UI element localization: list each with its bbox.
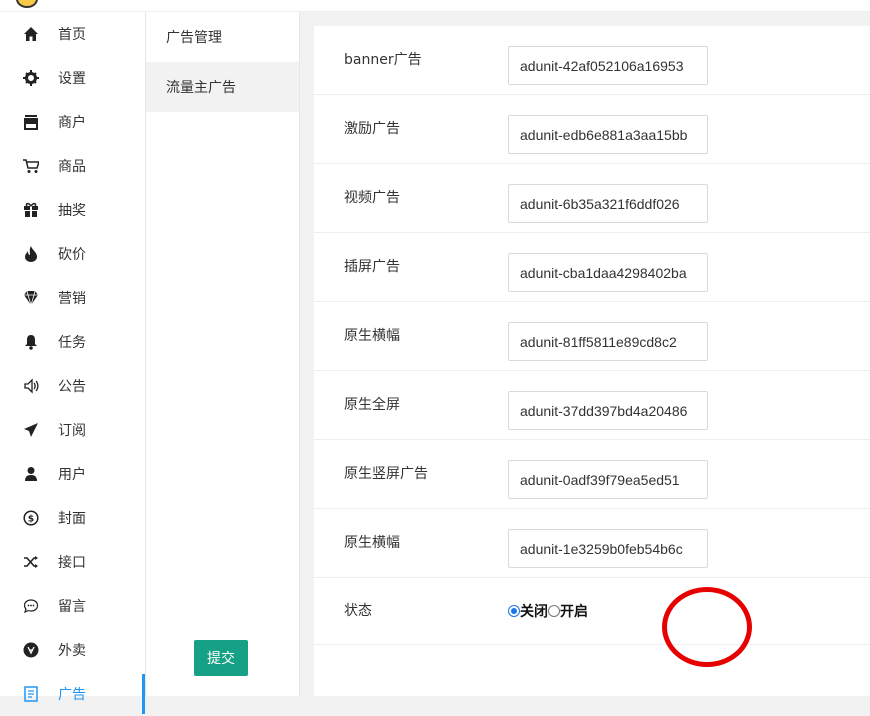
sidebar-item-covers[interactable]: $ 封面 xyxy=(0,496,145,540)
subnav-item-ad-management[interactable]: 广告管理 xyxy=(146,12,299,62)
red-circle-annotation xyxy=(662,587,752,667)
field-label: 原生横幅 xyxy=(344,535,400,551)
status-on-radio[interactable] xyxy=(548,605,560,617)
banner-ad-unit-input[interactable] xyxy=(508,46,708,85)
form-row: banner广告 xyxy=(314,26,870,95)
sidebar-item-label: 商品 xyxy=(58,159,86,175)
status-row: 状态 关闭 开启 xyxy=(314,578,870,667)
sidebar-item-takeout[interactable]: 外卖 xyxy=(0,628,145,672)
sidebar-item-label: 砍价 xyxy=(58,247,86,263)
paper-plane-icon xyxy=(22,421,40,439)
interstitial-ad-unit-input[interactable] xyxy=(508,253,708,292)
sidebar-item-label: 封面 xyxy=(58,511,86,527)
sidebar-item-label: 任务 xyxy=(58,335,86,351)
sidebar-item-messages[interactable]: 留言 xyxy=(0,584,145,628)
sidebar: 首页 设置 商户 商品 抽奖 砍价 营销 任务 公告 订阅 用户 $ 封面 接口… xyxy=(0,12,146,714)
sidebar-item-label: 营销 xyxy=(58,291,86,307)
status-radio-group: 关闭 开启 xyxy=(508,587,752,667)
sidebar-item-home[interactable]: 首页 xyxy=(0,12,145,56)
logo-icon xyxy=(16,0,38,8)
sidebar-item-tasks[interactable]: 任务 xyxy=(0,320,145,364)
subnav-item-traffic-ads[interactable]: 流量主广告 xyxy=(146,62,299,112)
fire-icon xyxy=(22,245,40,263)
sidebar-item-label: 接口 xyxy=(58,555,86,571)
form-row: 原生竖屏广告 xyxy=(314,440,870,509)
field-label: banner广告 xyxy=(344,52,422,68)
status-off-label[interactable]: 关闭 xyxy=(520,601,548,621)
field-label: 激励广告 xyxy=(344,121,400,137)
sidebar-item-label: 商户 xyxy=(58,115,86,131)
sidebar-item-label: 外卖 xyxy=(58,643,86,659)
sidebar-item-label: 首页 xyxy=(58,27,86,43)
chat-icon xyxy=(22,597,40,615)
dollar-icon: $ xyxy=(22,509,40,527)
gift-icon xyxy=(22,201,40,219)
sidebar-item-label: 订阅 xyxy=(58,423,86,439)
diamond-icon xyxy=(22,289,40,307)
sidebar-item-label: 公告 xyxy=(58,379,86,395)
sidebar-item-marketing[interactable]: 营销 xyxy=(0,276,145,320)
takeout-icon xyxy=(22,641,40,659)
ad-settings-form: banner广告 激励广告 视频广告 插屏广告 原生横幅 原生全屏 原生竖屏广告… xyxy=(314,26,870,696)
form-row: 视频广告 xyxy=(314,164,870,233)
video-ad-unit-input[interactable] xyxy=(508,184,708,223)
status-off-radio[interactable] xyxy=(508,605,520,617)
sidebar-item-products[interactable]: 商品 xyxy=(0,144,145,188)
sidebar-item-bargain[interactable]: 砍价 xyxy=(0,232,145,276)
gear-icon xyxy=(22,69,40,87)
field-label: 插屏广告 xyxy=(344,259,400,275)
shuffle-icon xyxy=(22,553,40,571)
cart-icon xyxy=(22,157,40,175)
field-label: 原生横幅 xyxy=(344,328,400,344)
native-vertical-ad-unit-input[interactable] xyxy=(508,460,708,499)
sidebar-item-announcements[interactable]: 公告 xyxy=(0,364,145,408)
submit-button[interactable]: 提交 xyxy=(194,640,248,676)
status-label: 状态 xyxy=(344,603,372,619)
field-label: 原生竖屏广告 xyxy=(344,466,428,482)
status-on-label[interactable]: 开启 xyxy=(560,601,588,621)
home-icon xyxy=(22,25,40,43)
native-banner-ad-unit-input[interactable] xyxy=(508,322,708,361)
sidebar-item-ads[interactable]: 广告 xyxy=(0,672,145,716)
form-row: 激励广告 xyxy=(314,95,870,164)
sidebar-item-label: 抽奖 xyxy=(58,203,86,219)
top-bar xyxy=(0,0,870,12)
sidebar-item-label: 留言 xyxy=(58,599,86,615)
form-row: 原生全屏 xyxy=(314,371,870,440)
svg-text:$: $ xyxy=(28,515,34,525)
sidebar-item-merchants[interactable]: 商户 xyxy=(0,100,145,144)
sidebar-item-lottery[interactable]: 抽奖 xyxy=(0,188,145,232)
sidebar-item-label: 设置 xyxy=(58,71,86,87)
speaker-icon xyxy=(22,377,40,395)
user-icon xyxy=(22,465,40,483)
ad-icon xyxy=(22,685,40,703)
form-row: 原生横幅 xyxy=(314,509,870,578)
sidebar-item-settings[interactable]: 设置 xyxy=(0,56,145,100)
store-icon xyxy=(22,113,40,131)
sub-navigation: 广告管理 流量主广告 xyxy=(146,12,300,696)
sidebar-item-label: 用户 xyxy=(58,467,86,483)
native-fullscreen-ad-unit-input[interactable] xyxy=(508,391,708,430)
sidebar-item-api[interactable]: 接口 xyxy=(0,540,145,584)
sidebar-item-users[interactable]: 用户 xyxy=(0,452,145,496)
native-banner-2-ad-unit-input[interactable] xyxy=(508,529,708,568)
sidebar-item-subscriptions[interactable]: 订阅 xyxy=(0,408,145,452)
bell-icon xyxy=(22,333,40,351)
form-row: 插屏广告 xyxy=(314,233,870,302)
field-label: 原生全屏 xyxy=(344,397,400,413)
sidebar-item-label: 广告 xyxy=(58,687,86,703)
field-label: 视频广告 xyxy=(344,190,400,206)
rewarded-ad-unit-input[interactable] xyxy=(508,115,708,154)
form-row: 原生横幅 xyxy=(314,302,870,371)
